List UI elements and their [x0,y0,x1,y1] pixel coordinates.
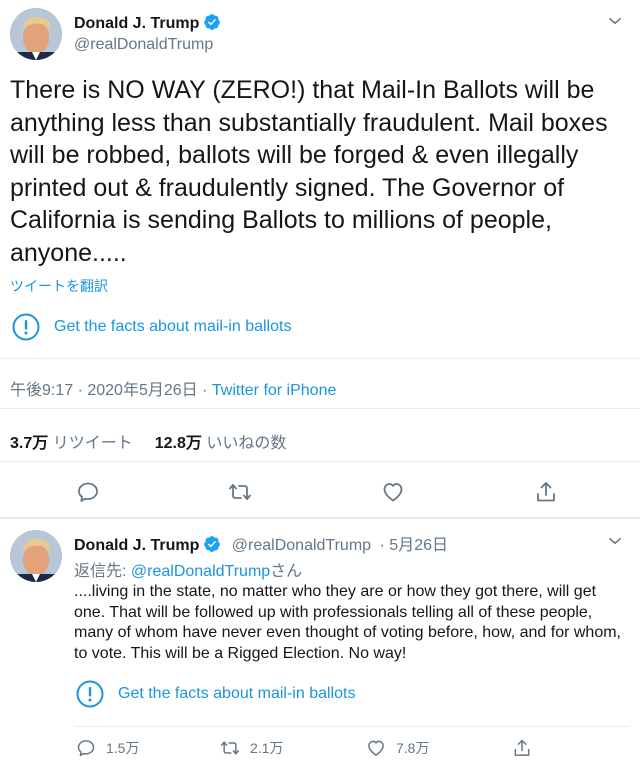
replying-to-handle[interactable]: @realDonaldTrump [131,563,270,580]
user-handle[interactable]: @realDonaldTrump [232,537,371,554]
display-name[interactable]: Donald J. Trump [74,537,199,554]
likes-stat[interactable]: 12.8万 いいねの数 [155,435,287,452]
replying-to: 返信先: @realDonaldTrumpさん [74,557,302,581]
chevron-down-icon[interactable] [606,532,624,550]
verified-badge-icon [204,14,221,30]
divider [0,461,640,462]
divider [0,358,640,359]
like-count: 7.8万 [396,740,430,756]
user-handle[interactable]: @realDonaldTrump [74,36,213,54]
retweet-stat[interactable]: 3.7万 リツイート [10,435,133,452]
facts-link[interactable]: Get the facts about mail-in ballots [76,680,355,708]
facts-label: Get the facts about mail-in ballots [54,318,292,335]
tweet-stats: 3.7万 リツイート 12.8万 いいねの数 [10,429,286,453]
replying-to-prefix: 返信先: [74,563,131,580]
retweet-count: 2.1万 [250,740,284,756]
tweet-source[interactable]: Twitter for iPhone [212,382,337,399]
like-icon [368,740,384,756]
avatar[interactable] [10,8,62,60]
like-icon[interactable] [381,480,405,504]
reply-action[interactable]: 1.5万 [76,738,139,758]
translate-tweet-link[interactable]: ツイートを翻訳 [10,276,108,296]
reply-count: 1.5万 [106,740,140,756]
reply-icon[interactable] [76,480,100,504]
avatar[interactable] [10,530,62,582]
divider [0,517,640,519]
tweet-meta: 午後9:17 · 2020年5月26日 · Twitter for iPhone [10,376,336,400]
replying-to-suffix: さん [270,563,303,580]
share-icon[interactable] [512,738,532,758]
retweet-icon [220,741,240,755]
share-icon[interactable] [534,480,558,504]
tweet-timestamp[interactable]: 午後9:17 · 2020年5月26日 [10,382,198,399]
divider [74,726,630,727]
reply-tweet-text: ....living in the state, no matter who t… [74,583,621,662]
reply-header: Donald J. Trump @realDonaldTrump · 5月26日 [74,531,448,555]
tweet-date[interactable]: · 5月26日 [380,537,448,554]
facts-label: Get the facts about mail-in ballots [118,685,356,702]
meta-separator: · [197,382,212,399]
chevron-down-icon[interactable] [606,12,624,30]
info-icon [12,313,40,341]
facts-link[interactable]: Get the facts about mail-in ballots [12,313,291,341]
retweet-action[interactable]: 2.1万 [220,738,283,758]
likes-count: 12.8万 [154,435,202,452]
info-icon [76,680,104,708]
verified-badge-icon [204,536,221,552]
retweets-count: 3.7万 [10,435,49,452]
retweets-label: リツイート [52,435,133,452]
retweet-icon[interactable] [228,480,252,504]
reply-icon [77,740,95,757]
divider [0,408,640,409]
like-action[interactable]: 7.8万 [366,738,429,758]
tweet-text: There is NO WAY (ZERO!) that Mail-In Bal… [10,76,608,267]
likes-label: いいねの数 [206,435,287,452]
display-name[interactable]: Donald J. Trump [74,13,221,33]
